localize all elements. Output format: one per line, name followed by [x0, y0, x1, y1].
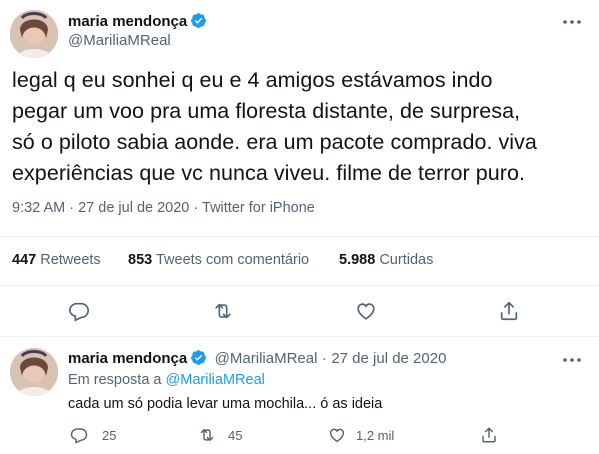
- meta-separator: ·: [69, 200, 75, 216]
- author-avatar[interactable]: [10, 10, 58, 58]
- reply-separator: ·: [321, 350, 327, 367]
- quotes-stat[interactable]: 853 Tweets com comentário: [128, 252, 309, 268]
- tweet-text-line: legal q eu sonhei q eu e 4 amigos estáva…: [12, 68, 493, 92]
- reply-share-button[interactable]: [480, 426, 498, 444]
- likes-count: 5.988: [339, 252, 376, 268]
- reply-button[interactable]: [62, 294, 96, 328]
- tweet-text-line: só o piloto sabia aonde. era um pacote c…: [12, 130, 537, 154]
- meta-separator: ·: [193, 200, 199, 216]
- share-button[interactable]: [492, 294, 526, 328]
- heart-icon: [329, 428, 345, 443]
- tweet-time[interactable]: 9:32 AM: [12, 200, 65, 216]
- reply-text: cada um só podia levar uma mochila... ó …: [68, 396, 383, 412]
- more-dots-icon[interactable]: [562, 12, 582, 32]
- likes-stat[interactable]: 5.988 Curtidas: [339, 252, 433, 268]
- author-name[interactable]: maria mendonça: [68, 13, 187, 30]
- verified-badge-icon: [190, 349, 207, 371]
- reply-icon: [69, 302, 89, 322]
- in-reply-handle[interactable]: @MariliaMReal: [166, 372, 265, 388]
- quotes-count: 853: [128, 252, 153, 268]
- retweet-button[interactable]: [206, 294, 240, 328]
- in-reply-prefix: Em resposta a: [68, 372, 162, 388]
- share-icon: [482, 427, 496, 443]
- reply-likes-count: 1,2 mil: [356, 427, 395, 443]
- divider: [0, 236, 599, 237]
- reply-like-button[interactable]: 1,2 mil: [328, 426, 394, 444]
- verified-badge-icon: [190, 12, 207, 34]
- share-icon: [500, 301, 518, 321]
- reply-author-avatar[interactable]: [10, 348, 58, 396]
- reply-icon: [70, 428, 88, 444]
- reply-reply-button[interactable]: 25: [70, 426, 116, 444]
- tweet-date[interactable]: 27 de jul de 2020: [78, 200, 189, 216]
- in-reply-to: Em resposta a @MariliaMReal: [68, 372, 265, 388]
- retweets-count: 447: [12, 252, 37, 268]
- tweet-text-line: pegar um voo pra uma floresta distante, …: [12, 99, 521, 123]
- reply-retweets-count: 45: [228, 427, 243, 443]
- divider: [0, 336, 599, 337]
- tweet-text-line: experiências que vc nunca viveu. filme d…: [12, 161, 525, 185]
- quotes-label: Tweets com comentário: [155, 252, 310, 268]
- tweet-source[interactable]: Twitter for iPhone: [202, 200, 315, 216]
- retweets-label: Retweets: [40, 252, 101, 268]
- tweet-text: legal q eu sonhei q eu e 4 amigos estáva…: [12, 65, 592, 189]
- reply-author-handle[interactable]: @MariliaMReal: [215, 350, 318, 367]
- retweet-icon: [200, 429, 214, 441]
- reply-more-dots-icon[interactable]: [562, 350, 582, 370]
- like-button[interactable]: [349, 294, 383, 328]
- retweets-stat[interactable]: 447 Retweets: [12, 252, 101, 268]
- retweet-icon: [215, 303, 231, 319]
- tweet-meta: 9:32 AM · 27 de jul de 2020 · Twitter fo…: [12, 200, 315, 216]
- likes-label: Curtidas: [379, 252, 434, 268]
- author-handle[interactable]: @MariliaMReal: [68, 32, 171, 49]
- reply-retweet-button[interactable]: 45: [198, 426, 242, 444]
- reply-author-name[interactable]: maria mendonça: [68, 350, 187, 367]
- reply-date[interactable]: 27 de jul de 2020: [331, 350, 446, 367]
- divider: [0, 285, 599, 286]
- reply-replies-count: 25: [102, 427, 117, 443]
- heart-icon: [357, 303, 375, 320]
